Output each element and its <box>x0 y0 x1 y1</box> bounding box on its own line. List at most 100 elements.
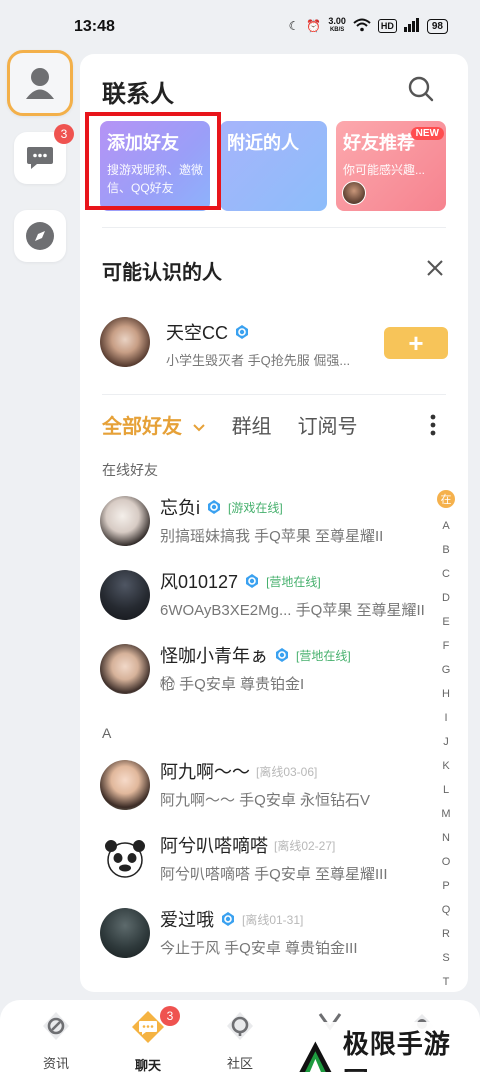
friend-name: 阿九啊～～ <box>160 762 250 782</box>
avatar <box>342 181 366 205</box>
alpha-letter[interactable]: A <box>442 514 449 538</box>
alpha-letter[interactable]: T <box>443 970 450 994</box>
alpha-letter[interactable]: D <box>442 586 450 610</box>
divider <box>102 227 446 228</box>
alpha-letter[interactable]: P <box>442 874 449 898</box>
nav-community[interactable]: 社区 <box>210 1010 270 1072</box>
friend-name: 阿兮叭嗒嘀嗒 <box>160 836 268 856</box>
friend-status: [离线02-27] <box>274 838 336 853</box>
gender-icon <box>276 648 288 662</box>
group-label-online: 在线好友 <box>102 462 158 478</box>
gender-icon <box>236 325 248 339</box>
status-icons: ☾ ⏰ 3.00 KB/S HD 98 <box>289 17 448 35</box>
alpha-letter[interactable]: K <box>442 754 449 778</box>
hd-icon: HD <box>377 19 397 33</box>
friend-recommend-card[interactable]: 好友推荐 你可能感兴趣... NEW <box>336 121 446 211</box>
nav-news[interactable]: 资讯 <box>26 1010 86 1072</box>
alpha-letter[interactable]: O <box>442 850 451 874</box>
tab-all-friends[interactable]: 全部好友 <box>102 410 206 439</box>
friend-sub: 6WOAyB3XE2Mg... 手Q苹果 至尊星耀II <box>160 602 425 619</box>
person-icon <box>26 68 54 99</box>
compass-icon <box>26 222 54 250</box>
friend-row[interactable]: 爱过哦 [离线01-31] 今止于风 手Q安卓 尊贵铂金III <box>100 906 440 960</box>
chat-unread-badge: 3 <box>54 124 74 144</box>
avatar <box>100 760 150 810</box>
nav-news-label: 资讯 <box>42 1056 69 1071</box>
wifi-icon <box>353 18 371 35</box>
rail-contacts-button[interactable] <box>7 50 73 116</box>
friend-name: 忘负i <box>160 498 200 518</box>
add-friend-desc: 搜游戏昵称、邀微信、QQ好友 <box>107 163 204 195</box>
recommended-person[interactable]: 天空CC 小学生毁灭者 手Q抢先服 倔强... + <box>100 317 450 371</box>
friend-row[interactable]: 阿兮叭嗒嘀嗒 [离线02-27] 阿兮叭嗒嘀嗒 手Q安卓 至尊星耀III <box>100 832 440 886</box>
friend-status: [营地在线] <box>266 574 321 589</box>
tab-groups[interactable]: 群组 <box>232 410 272 439</box>
add-button[interactable]: + <box>384 327 448 359</box>
rail-chat-button[interactable]: 3 <box>14 124 74 184</box>
friend-row[interactable]: 忘负i [游戏在线] 别搞瑶妹搞我 手Q苹果 至尊星耀II <box>100 494 440 548</box>
recommended-sub: 小学生毁灭者 手Q抢先服 倔强... <box>166 353 351 368</box>
friend-status: [营地在线] <box>296 648 351 663</box>
nav-community-label: 社区 <box>226 1056 253 1071</box>
alpha-letter[interactable]: B <box>442 538 449 562</box>
friend-name: 怪咖小青年ぁ <box>160 646 268 666</box>
nearby-people-card[interactable]: 附近的人 <box>220 121 327 211</box>
alpha-letter[interactable]: L <box>443 778 449 802</box>
avatar <box>100 644 150 694</box>
contacts-panel: 联系人 添加好友 搜游戏昵称、邀微信、QQ好友 附近的人 好友推荐 你可能感兴趣… <box>80 54 468 992</box>
panda-meme-icon <box>105 840 145 878</box>
news-icon <box>43 1012 69 1040</box>
friend-status: [游戏在线] <box>228 500 283 515</box>
alpha-letter[interactable]: R <box>442 922 450 946</box>
recommend-section-title: 可能认识的人 <box>102 262 222 284</box>
tab-subscriptions[interactable]: 订阅号 <box>298 410 358 439</box>
alpha-letter[interactable]: S <box>442 946 449 970</box>
group-label-a: A <box>102 725 112 741</box>
avatar <box>100 908 150 958</box>
friend-name: 爱过哦 <box>160 910 214 930</box>
divider <box>102 394 446 395</box>
chevron-down-icon <box>192 424 205 432</box>
nav-chat[interactable]: 3 聊天 <box>118 1006 180 1072</box>
friend-sub: 阿九啊～～ 手Q安卓 永恒钻石V <box>160 792 371 809</box>
friend-row[interactable]: 怪咖小青年ぁ [营地在线] 枪⃝ 手Q安卓 尊贵铂金I <box>100 642 440 696</box>
add-friend-card[interactable]: 添加好友 搜游戏昵称、邀微信、QQ好友 <box>100 121 210 211</box>
alarm-icon: ⏰ <box>306 19 322 33</box>
alpha-letter[interactable]: C <box>442 562 450 586</box>
watermark: 极限手游网 <box>288 1022 480 1072</box>
signal-icon <box>403 17 420 35</box>
rail-discover-button[interactable] <box>14 210 66 262</box>
nav-chat-badge: 3 <box>160 1006 180 1026</box>
alpha-letter[interactable]: Q <box>442 898 451 922</box>
friend-sub: 别搞瑶妹搞我 手Q苹果 至尊星耀II <box>160 528 384 545</box>
friend-sub: 阿兮叭嗒嘀嗒 手Q安卓 至尊星耀III <box>160 866 388 883</box>
alpha-letter[interactable]: J <box>443 730 449 754</box>
avatar <box>100 834 150 884</box>
close-icon[interactable] <box>426 259 444 282</box>
gender-icon <box>222 912 234 926</box>
avatar <box>100 317 150 367</box>
more-options-icon[interactable] <box>430 414 436 441</box>
friend-status: [离线03-06] <box>256 764 318 779</box>
nearby-people-title: 附近的人 <box>227 133 299 153</box>
alpha-letter[interactable]: H <box>442 682 450 706</box>
alpha-letter[interactable]: M <box>441 802 450 826</box>
friend-row[interactable]: 风010127 [营地在线] 6WOAyB3XE2Mg... 手Q苹果 至尊星耀… <box>100 568 440 622</box>
alpha-letter[interactable]: E <box>442 610 449 634</box>
alpha-letter[interactable]: N <box>442 826 450 850</box>
status-bar: 13:48 ☾ ⏰ 3.00 KB/S HD 98 <box>0 0 480 54</box>
chat-bubble-icon <box>27 147 53 169</box>
alpha-letter[interactable]: F <box>443 634 450 658</box>
friend-tabs: 全部好友 群组 订阅号 <box>102 410 358 439</box>
friend-sub: 今止于风 手Q安卓 尊贵铂金III <box>160 940 358 957</box>
search-icon[interactable] <box>408 76 434 107</box>
gender-icon <box>246 574 259 588</box>
alphabet-index[interactable]: 在 A B C D E F G H I J K L M N O P Q R S … <box>436 490 456 994</box>
page-title: 联系人 <box>102 81 174 108</box>
alpha-letter[interactable]: I <box>444 706 447 730</box>
recommended-name: 天空CC <box>166 323 228 343</box>
add-friend-title: 添加好友 <box>107 133 179 153</box>
alpha-current-marker[interactable]: 在 <box>437 490 455 508</box>
alpha-letter[interactable]: G <box>442 658 451 682</box>
friend-row[interactable]: 阿九啊～～ [离线03-06] 阿九啊～～ 手Q安卓 永恒钻石V <box>100 758 440 812</box>
